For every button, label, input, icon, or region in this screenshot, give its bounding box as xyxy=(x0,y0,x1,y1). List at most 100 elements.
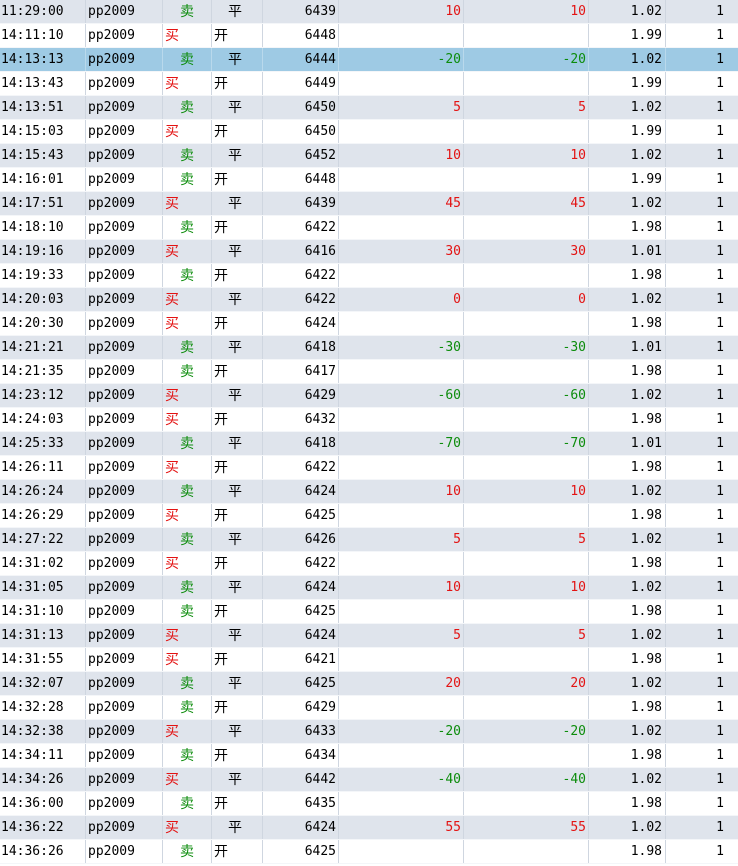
table-row[interactable]: 14:36:26 pp2009 卖开 6425 1.98 1 xyxy=(0,840,738,864)
table-row[interactable]: 14:36:00 pp2009 卖开 6435 1.98 1 xyxy=(0,792,738,816)
table-row[interactable]: 14:25:33 pp2009 卖平 6418 -70 -70 1.01 1 xyxy=(0,432,738,456)
trade-price-cell: 6422 xyxy=(263,264,339,287)
table-row[interactable]: 14:18:10 pp2009 卖开 6422 1.98 1 xyxy=(0,216,738,240)
close-profit-cell: -40 xyxy=(339,768,464,791)
contract-code-cell: pp2009 xyxy=(86,192,163,215)
open-close-cell: 平 xyxy=(212,240,263,263)
table-row[interactable]: 14:26:11 pp2009 买开 6422 1.98 1 xyxy=(0,456,738,480)
open-close-cell: 开 xyxy=(212,216,263,239)
table-row[interactable]: 14:15:03 pp2009 买开 6450 1.99 1 xyxy=(0,120,738,144)
table-row[interactable]: 14:32:28 pp2009 卖开 6429 1.98 1 xyxy=(0,696,738,720)
trade-time-cell: 14:20:30 xyxy=(0,312,86,335)
table-row[interactable]: 14:15:43 pp2009 卖平 6452 10 10 1.02 1 xyxy=(0,144,738,168)
close-profit-by-trade-cell xyxy=(464,600,589,623)
table-row[interactable]: 14:34:26 pp2009 买平 6442 -40 -40 1.02 1 xyxy=(0,768,738,792)
table-row[interactable]: 14:23:12 pp2009 买平 6429 -60 -60 1.02 1 xyxy=(0,384,738,408)
table-row[interactable]: 14:13:43 pp2009 买开 6449 1.99 1 xyxy=(0,72,738,96)
direction-cell: 卖 xyxy=(163,144,212,167)
table-row[interactable]: 14:31:55 pp2009 买开 6421 1.98 1 xyxy=(0,648,738,672)
volume-cell: 1 xyxy=(716,676,724,691)
trade-price-cell: 6444 xyxy=(263,48,339,71)
close-profit-cell: -70 xyxy=(339,432,464,455)
trade-time-cell: 14:26:24 xyxy=(0,480,86,503)
trade-records-table: 11:29:00 pp2009 卖平 6439 10 10 1.02 1 14:11:10 pp2… xyxy=(0,0,738,864)
close-profit-cell: -60 xyxy=(339,384,464,407)
table-row[interactable]: 14:17:51 pp2009 买平 6439 45 45 1.02 1 xyxy=(0,192,738,216)
open-close-cell: 开 xyxy=(212,456,263,479)
trade-price-cell: 6417 xyxy=(263,360,339,383)
table-row[interactable]: 14:26:24 pp2009 卖平 6424 10 10 1.02 1 xyxy=(0,480,738,504)
close-profit-cell: 55 xyxy=(339,816,464,839)
table-row[interactable]: 14:27:22 pp2009 卖平 6426 5 5 1.02 1 xyxy=(0,528,738,552)
table-row[interactable]: 14:13:51 pp2009 卖平 6450 5 5 1.02 1 xyxy=(0,96,738,120)
table-row[interactable]: 14:19:16 pp2009 买平 6416 30 30 1.01 1 xyxy=(0,240,738,264)
close-profit-cell xyxy=(339,648,464,671)
direction-cell: 买 xyxy=(163,288,212,311)
close-profit-cell xyxy=(339,24,464,47)
trade-price-cell: 6432 xyxy=(263,408,339,431)
trade-time-cell: 14:31:13 xyxy=(0,624,86,647)
commission-cell: 1.99 xyxy=(589,24,666,47)
close-profit-cell: -20 xyxy=(339,720,464,743)
contract-code-cell: pp2009 xyxy=(86,480,163,503)
open-close-cell: 开 xyxy=(212,648,263,671)
volume-cell: 1 xyxy=(716,220,724,235)
trade-time-cell: 14:23:12 xyxy=(0,384,86,407)
direction-cell: 买 xyxy=(163,456,212,479)
table-row[interactable]: 14:24:03 pp2009 买开 6432 1.98 1 xyxy=(0,408,738,432)
open-close-cell: 开 xyxy=(212,24,263,47)
table-row[interactable]: 14:16:01 pp2009 卖开 6448 1.99 1 xyxy=(0,168,738,192)
open-close-cell: 开 xyxy=(212,264,263,287)
table-row[interactable]: 14:31:05 pp2009 卖平 6424 10 10 1.02 1 xyxy=(0,576,738,600)
volume-cell: 1 xyxy=(716,148,724,163)
contract-code-cell: pp2009 xyxy=(86,576,163,599)
trade-time-cell: 14:34:26 xyxy=(0,768,86,791)
table-row[interactable]: 14:13:13 pp2009 卖平 6444 -20 -20 1.02 1 xyxy=(0,48,738,72)
direction-cell: 买 xyxy=(163,240,212,263)
volume-cell: 1 xyxy=(716,820,724,835)
table-row[interactable]: 14:19:33 pp2009 卖开 6422 1.98 1 xyxy=(0,264,738,288)
open-close-cell: 平 xyxy=(212,288,263,311)
open-close-cell: 平 xyxy=(212,48,263,71)
table-row[interactable]: 14:31:13 pp2009 买平 6424 5 5 1.02 1 xyxy=(0,624,738,648)
volume-cell: 1 xyxy=(716,316,724,331)
direction-cell: 卖 xyxy=(163,480,212,503)
close-profit-by-trade-cell xyxy=(464,408,589,431)
table-row[interactable]: 14:11:10 pp2009 买开 6448 1.99 1 xyxy=(0,24,738,48)
direction-cell: 卖 xyxy=(163,0,212,23)
direction-cell: 卖 xyxy=(163,696,212,719)
close-profit-by-trade-cell xyxy=(464,792,589,815)
trade-time-cell: 14:26:29 xyxy=(0,504,86,527)
contract-code-cell: pp2009 xyxy=(86,744,163,767)
table-row[interactable]: 14:34:11 pp2009 卖开 6434 1.98 1 xyxy=(0,744,738,768)
table-row[interactable]: 11:29:00 pp2009 卖平 6439 10 10 1.02 1 xyxy=(0,0,738,24)
table-row[interactable]: 14:36:22 pp2009 买平 6424 55 55 1.02 1 xyxy=(0,816,738,840)
volume-cell: 1 xyxy=(716,604,724,619)
trade-time-cell: 14:13:51 xyxy=(0,96,86,119)
direction-cell: 买 xyxy=(163,768,212,791)
open-close-cell: 平 xyxy=(212,0,263,23)
table-row[interactable]: 14:31:10 pp2009 卖开 6425 1.98 1 xyxy=(0,600,738,624)
contract-code-cell: pp2009 xyxy=(86,120,163,143)
open-close-cell: 开 xyxy=(212,120,263,143)
close-profit-cell: 30 xyxy=(339,240,464,263)
trade-price-cell: 6439 xyxy=(263,192,339,215)
close-profit-cell: 5 xyxy=(339,528,464,551)
table-row[interactable]: 14:26:29 pp2009 买开 6425 1.98 1 xyxy=(0,504,738,528)
close-profit-by-trade-cell xyxy=(464,24,589,47)
table-row[interactable]: 14:20:03 pp2009 买平 6422 0 0 1.02 1 xyxy=(0,288,738,312)
commission-cell: 1.02 xyxy=(589,576,666,599)
close-profit-by-trade-cell xyxy=(464,696,589,719)
table-row[interactable]: 14:20:30 pp2009 买开 6424 1.98 1 xyxy=(0,312,738,336)
table-row[interactable]: 14:31:02 pp2009 买开 6422 1.98 1 xyxy=(0,552,738,576)
table-row[interactable]: 14:21:35 pp2009 卖开 6417 1.98 1 xyxy=(0,360,738,384)
table-row[interactable]: 14:21:21 pp2009 卖平 6418 -30 -30 1.01 1 xyxy=(0,336,738,360)
open-close-cell: 平 xyxy=(212,336,263,359)
table-row[interactable]: 14:32:38 pp2009 买平 6433 -20 -20 1.02 1 xyxy=(0,720,738,744)
table-row[interactable]: 14:32:07 pp2009 卖平 6425 20 20 1.02 1 xyxy=(0,672,738,696)
contract-code-cell: pp2009 xyxy=(86,528,163,551)
volume-cell: 1 xyxy=(716,844,724,859)
commission-cell: 1.02 xyxy=(589,816,666,839)
trade-price-cell: 6425 xyxy=(263,600,339,623)
trade-price-cell: 6449 xyxy=(263,72,339,95)
